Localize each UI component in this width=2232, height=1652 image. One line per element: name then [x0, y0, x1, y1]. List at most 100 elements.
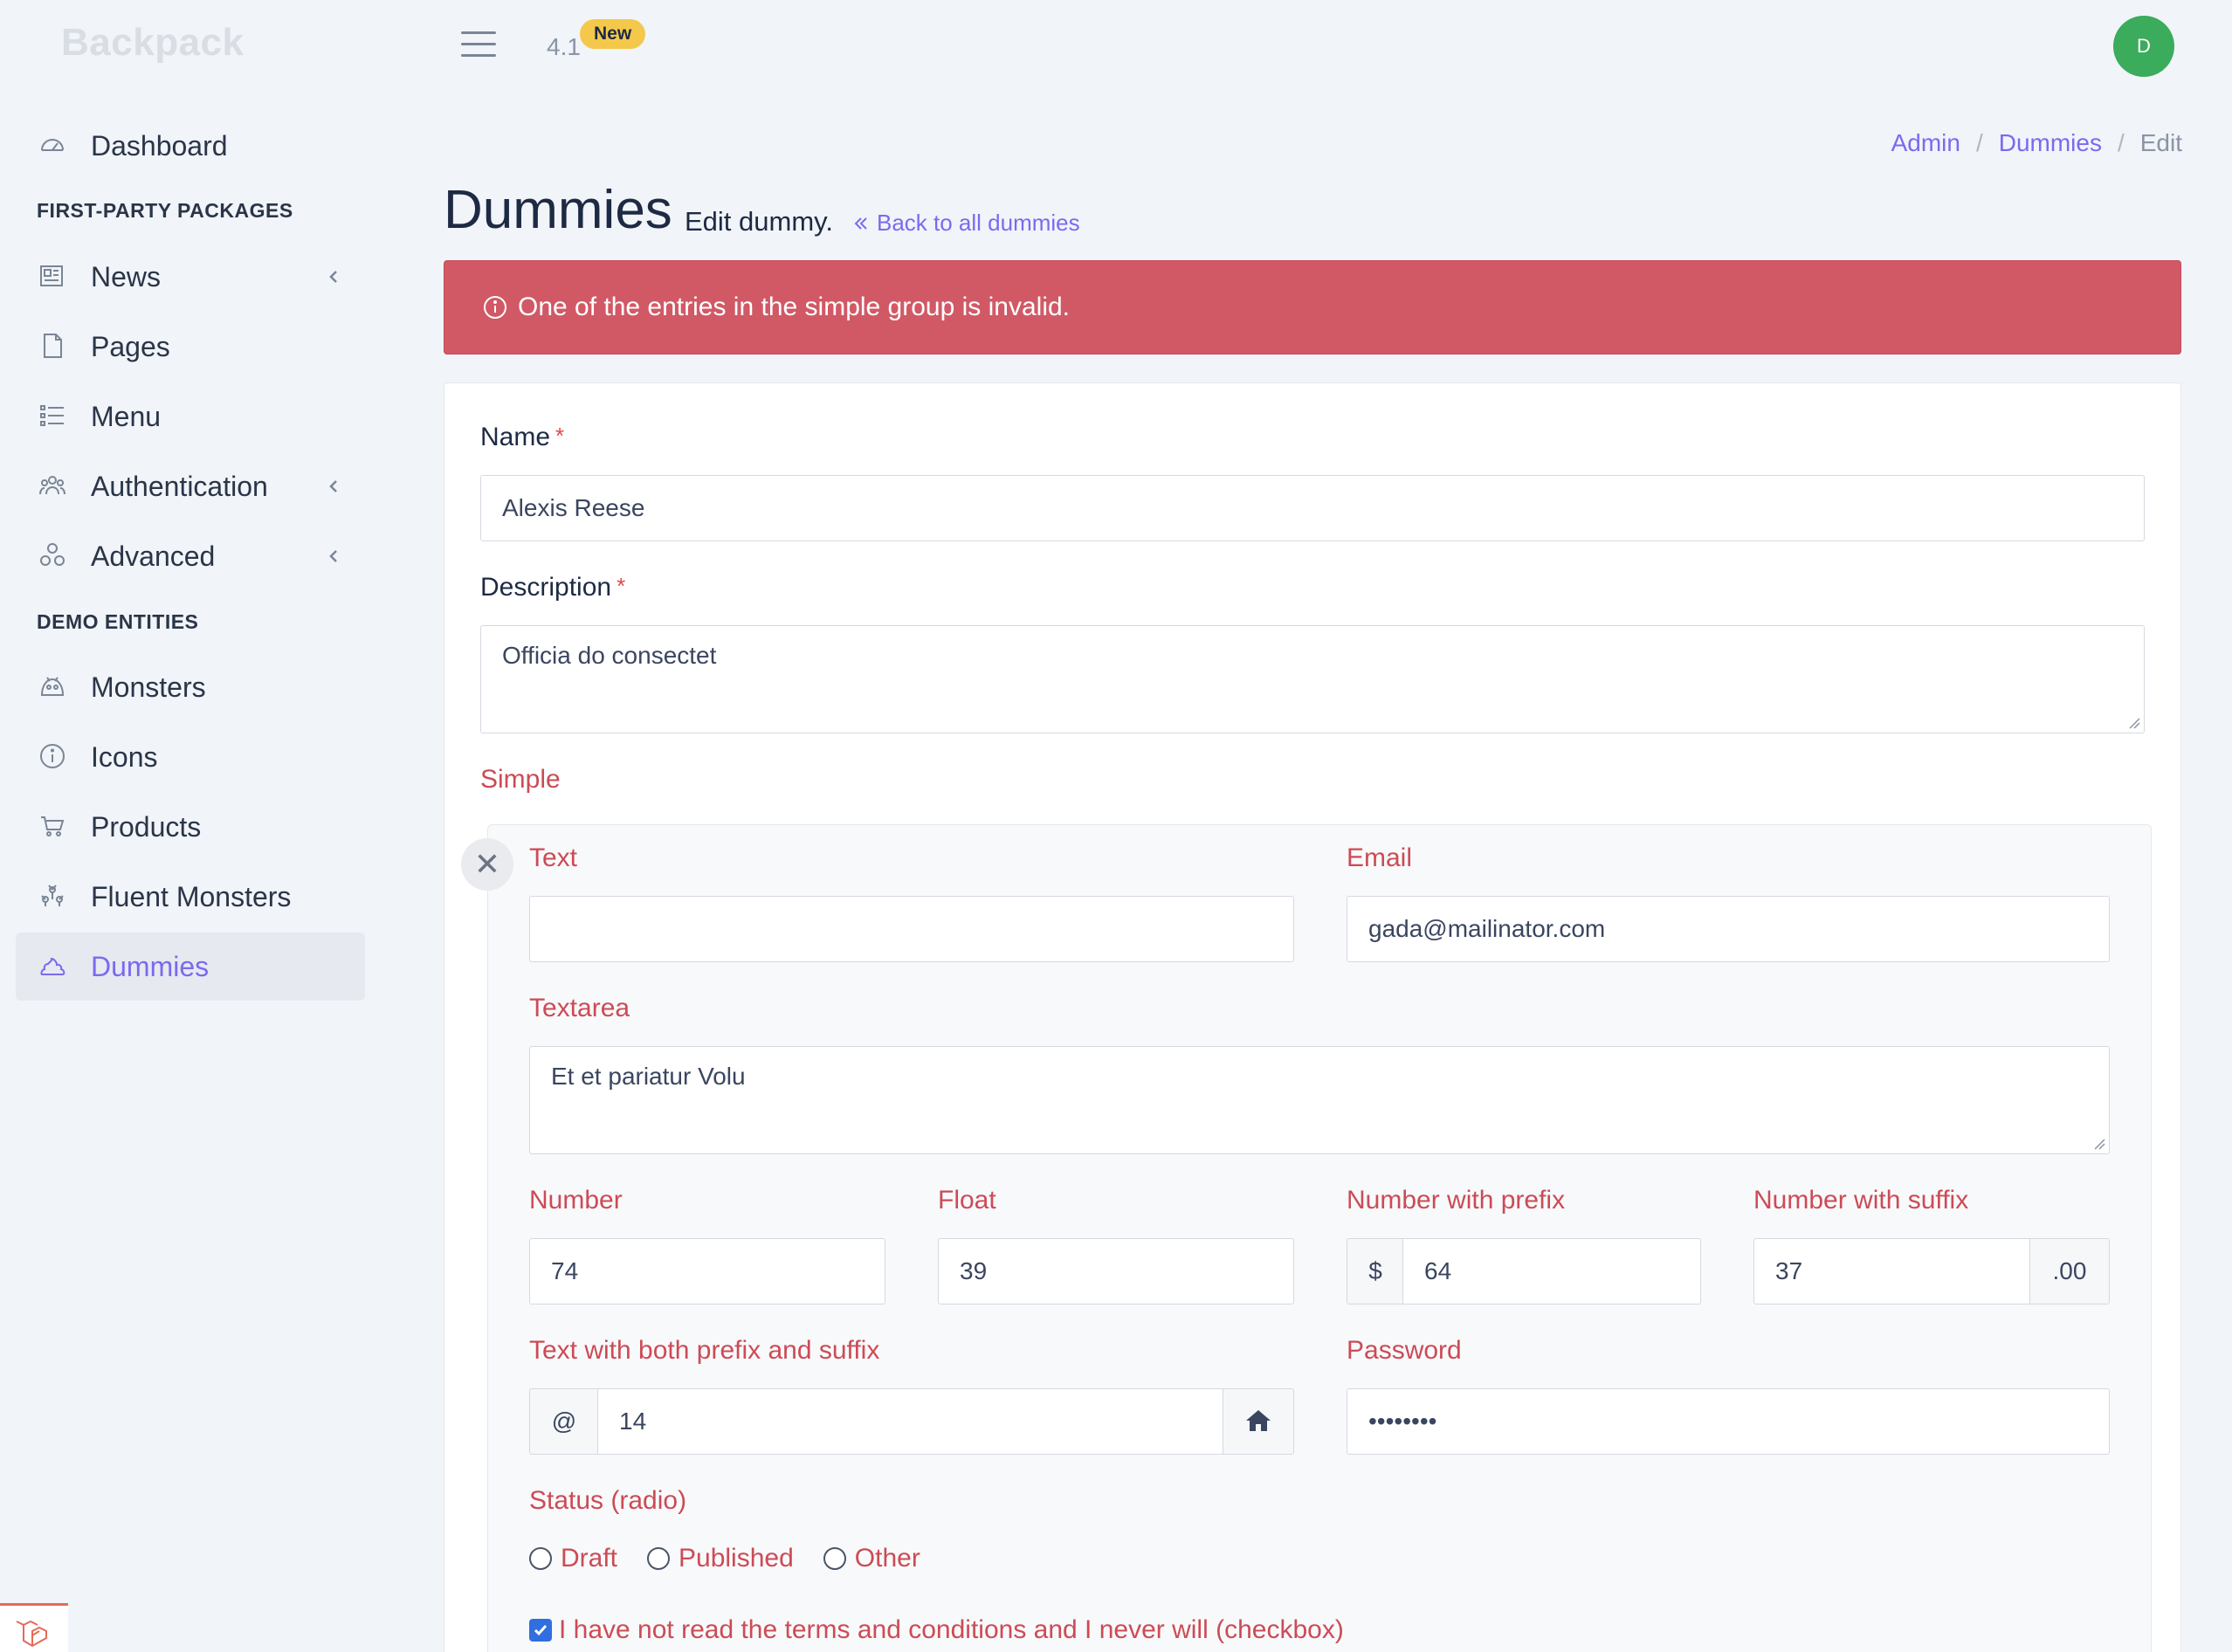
- sidebar-item-dashboard[interactable]: Dashboard: [16, 112, 365, 180]
- chevron-left-icon: [329, 271, 337, 283]
- dashboard-icon: [41, 139, 64, 151]
- new-badge: New: [580, 19, 646, 49]
- sidebar-item-label: Fluent Monsters: [91, 880, 292, 912]
- checkmark-icon: [534, 1625, 548, 1636]
- textarea-input[interactable]: Et et pariatur Volu: [529, 1046, 2110, 1154]
- description-label: Description *: [480, 573, 626, 602]
- debugbar-toggle[interactable]: [0, 1603, 68, 1652]
- back-link-label: Back to all dummies: [877, 210, 1080, 236]
- home-icon: [1246, 1410, 1271, 1431]
- sidebar-item-menu[interactable]: Menu: [16, 382, 365, 451]
- sidebar-item-monsters[interactable]: Monsters: [16, 653, 365, 721]
- status-radio-label: Status (radio): [529, 1486, 687, 1515]
- error-alert: One of the entries in the simple group i…: [444, 260, 2181, 354]
- email-input[interactable]: gada@mailinator.com: [1347, 896, 2110, 962]
- number-label: Number: [529, 1186, 623, 1215]
- number-suffix-label: Number with suffix: [1753, 1186, 1969, 1215]
- sidebar-item-authentication[interactable]: Authentication: [16, 452, 365, 520]
- remove-row-close-icon[interactable]: ✕: [461, 838, 513, 891]
- section-heading-demo-entities: DEMO ENTITIES: [37, 610, 199, 633]
- users-icon: [39, 476, 65, 495]
- sidebar-toggle-hamburger-icon[interactable]: [461, 31, 496, 58]
- sidebar-item-label: Menu: [91, 400, 162, 432]
- resize-grip-icon[interactable]: [2126, 715, 2140, 729]
- text-input[interactable]: [529, 896, 1294, 962]
- laravel-icon: [16, 1620, 47, 1648]
- chevron-left-icon: [329, 550, 337, 562]
- number-input[interactable]: 74: [529, 1238, 885, 1304]
- password-input[interactable]: ••••••••: [1347, 1388, 2110, 1455]
- brand-logo[interactable]: Backpack: [61, 21, 244, 65]
- breadcrumb-separator: /: [1975, 129, 1983, 156]
- radio-button[interactable]: [647, 1547, 671, 1570]
- status-option-draft[interactable]: Draft: [529, 1544, 617, 1573]
- breadcrumb-current: Edit: [2139, 129, 2182, 156]
- breadcrumb-separator: /: [2117, 129, 2125, 156]
- terms-checkbox-label: I have not read the terms and conditions…: [559, 1615, 1344, 1644]
- textarea-label: Textarea: [529, 994, 630, 1022]
- back-to-list-link[interactable]: Back to all dummies: [852, 210, 1080, 237]
- bugs-icon: [41, 885, 64, 906]
- number-suffix-input[interactable]: 37: [1753, 1238, 2031, 1304]
- cogs-icon: [40, 543, 65, 566]
- status-option-other[interactable]: Other: [823, 1544, 920, 1573]
- sidebar-item-fluent-monsters[interactable]: Fluent Monsters: [16, 863, 365, 931]
- sidebar-item-label: Advanced: [91, 540, 216, 572]
- shopping-cart-icon: [41, 816, 65, 836]
- sidebar-item-news[interactable]: News: [16, 243, 365, 311]
- terms-checkbox[interactable]: [529, 1619, 552, 1642]
- sidebar-item-products[interactable]: Products: [16, 793, 365, 861]
- info-circle-icon: [484, 296, 506, 319]
- sidebar: Backpack Dashboard FIRST-PARTY PACKAGES …: [0, 0, 384, 1652]
- name-input[interactable]: Alexis Reese: [480, 475, 2145, 541]
- angle-double-left-icon: [854, 217, 867, 230]
- number-prefix-label: Number with prefix: [1347, 1186, 1566, 1215]
- monster-icon: [40, 677, 65, 696]
- sidebar-item-label: News: [91, 260, 162, 293]
- section-heading-first-party: FIRST-PARTY PACKAGES: [37, 199, 293, 222]
- sidebar-item-dummies[interactable]: Dummies: [16, 933, 365, 1001]
- status-radio-group: Draft Published Other: [529, 1544, 950, 1573]
- password-label: Password: [1347, 1336, 1462, 1365]
- number-prefix-input[interactable]: 64: [1402, 1238, 1701, 1304]
- at-prefix-addon: @: [529, 1388, 599, 1455]
- version-label: 4.1: [547, 33, 581, 60]
- home-suffix-addon: [1223, 1388, 1294, 1455]
- poo-icon: [40, 957, 65, 975]
- decimal-suffix-addon: .00: [2029, 1238, 2110, 1304]
- sidebar-item-label: Dashboard: [91, 129, 228, 162]
- page-subtitle: Edit dummy.: [685, 206, 833, 237]
- resize-grip-icon[interactable]: [2091, 1136, 2105, 1150]
- file-icon: [44, 334, 62, 358]
- sidebar-item-label: Pages: [91, 330, 170, 362]
- radio-button[interactable]: [529, 1547, 552, 1570]
- text-both-input[interactable]: 14: [597, 1388, 1224, 1455]
- description-textarea[interactable]: Officia do consectet: [480, 625, 2145, 733]
- breadcrumb-admin[interactable]: Admin: [1891, 129, 1960, 157]
- dollar-prefix-addon: $: [1347, 1238, 1404, 1304]
- terms-checkbox-row[interactable]: I have not read the terms and conditions…: [529, 1615, 1344, 1645]
- breadcrumb-dummies[interactable]: Dummies: [1999, 129, 2102, 157]
- info-circle-icon: [40, 744, 65, 768]
- float-input[interactable]: 39: [938, 1238, 1294, 1304]
- text-label: Text: [529, 843, 578, 872]
- sidebar-item-icons[interactable]: Icons: [16, 723, 365, 791]
- newspaper-icon: [40, 265, 63, 286]
- name-label: Name *: [480, 423, 565, 451]
- sidebar-item-advanced[interactable]: Advanced: [16, 522, 365, 590]
- breadcrumb: Admin / Dummies / Edit: [1891, 129, 2182, 157]
- chevron-left-icon: [329, 480, 337, 492]
- sidebar-item-label: Monsters: [91, 671, 206, 703]
- user-avatar[interactable]: D: [2113, 16, 2174, 77]
- sidebar-item-pages[interactable]: Pages: [16, 313, 365, 381]
- status-option-published[interactable]: Published: [647, 1544, 794, 1573]
- sidebar-item-label: Dummies: [91, 950, 210, 982]
- sidebar-item-label: Authentication: [91, 470, 268, 502]
- sidebar-item-label: Icons: [91, 740, 158, 773]
- text-both-label: Text with both prefix and suffix: [529, 1336, 880, 1365]
- float-label: Float: [938, 1186, 996, 1215]
- radio-button[interactable]: [823, 1547, 846, 1570]
- list-icon: [40, 405, 64, 426]
- simple-group-label: Simple: [480, 765, 561, 794]
- alert-message: One of the entries in the simple group i…: [518, 293, 1071, 321]
